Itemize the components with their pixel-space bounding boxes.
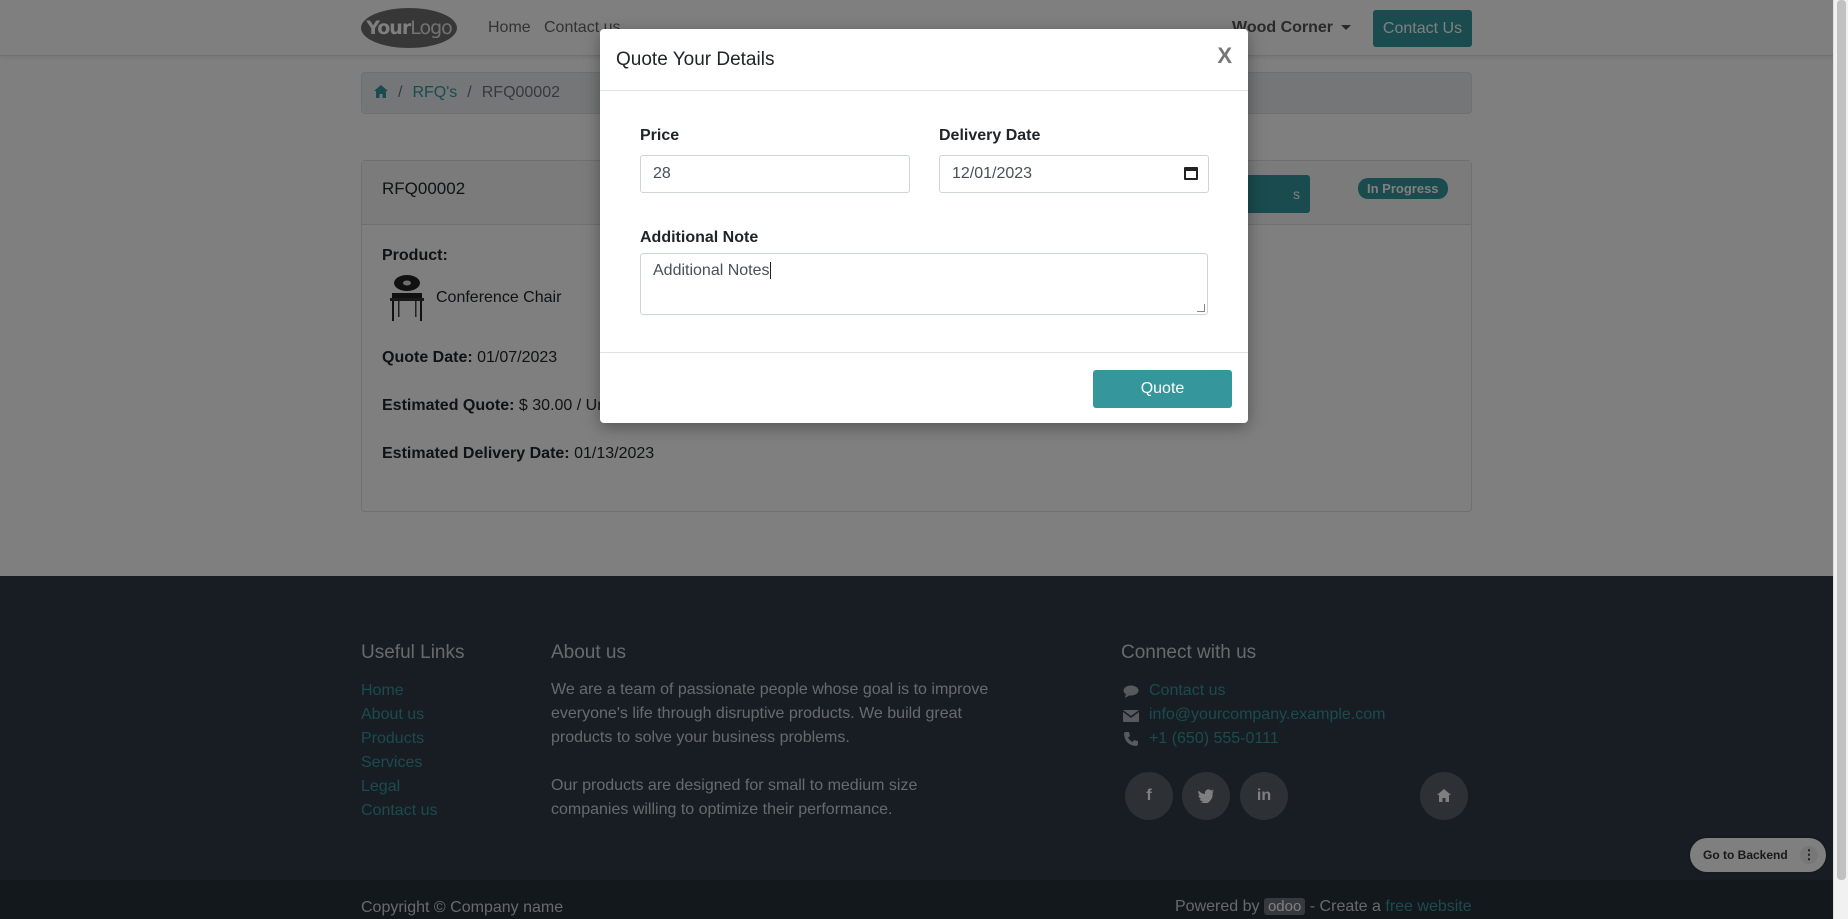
page-scrollbar[interactable] [1833,0,1848,919]
text-cursor [769,262,771,279]
price-label: Price [640,127,680,144]
close-button[interactable]: X [1217,43,1232,69]
modal-title: Quote Your Details [616,49,775,70]
additional-note-textarea[interactable]: Additional Notes [640,253,1208,315]
calendar-icon[interactable] [1184,167,1198,180]
resize-grip-icon[interactable] [1197,304,1205,312]
delivery-date-input[interactable]: 12/01/2023 [939,155,1209,193]
modal-body: Price 28 Delivery Date 12/01/2023 Additi… [600,91,1248,353]
delivery-date-label: Delivery Date [939,127,1041,144]
additional-note-label: Additional Note [640,229,759,246]
modal-header: Quote Your Details X [600,29,1248,91]
note-text: Additional Notes [653,262,770,279]
quote-modal: Quote Your Details X Price 28 Delivery D… [600,29,1248,423]
delivery-date-value: 12/01/2023 [952,165,1033,182]
quote-submit-button[interactable]: Quote [1093,370,1232,408]
price-input[interactable]: 28 [640,155,910,193]
scroll-thumb[interactable] [1837,0,1846,880]
